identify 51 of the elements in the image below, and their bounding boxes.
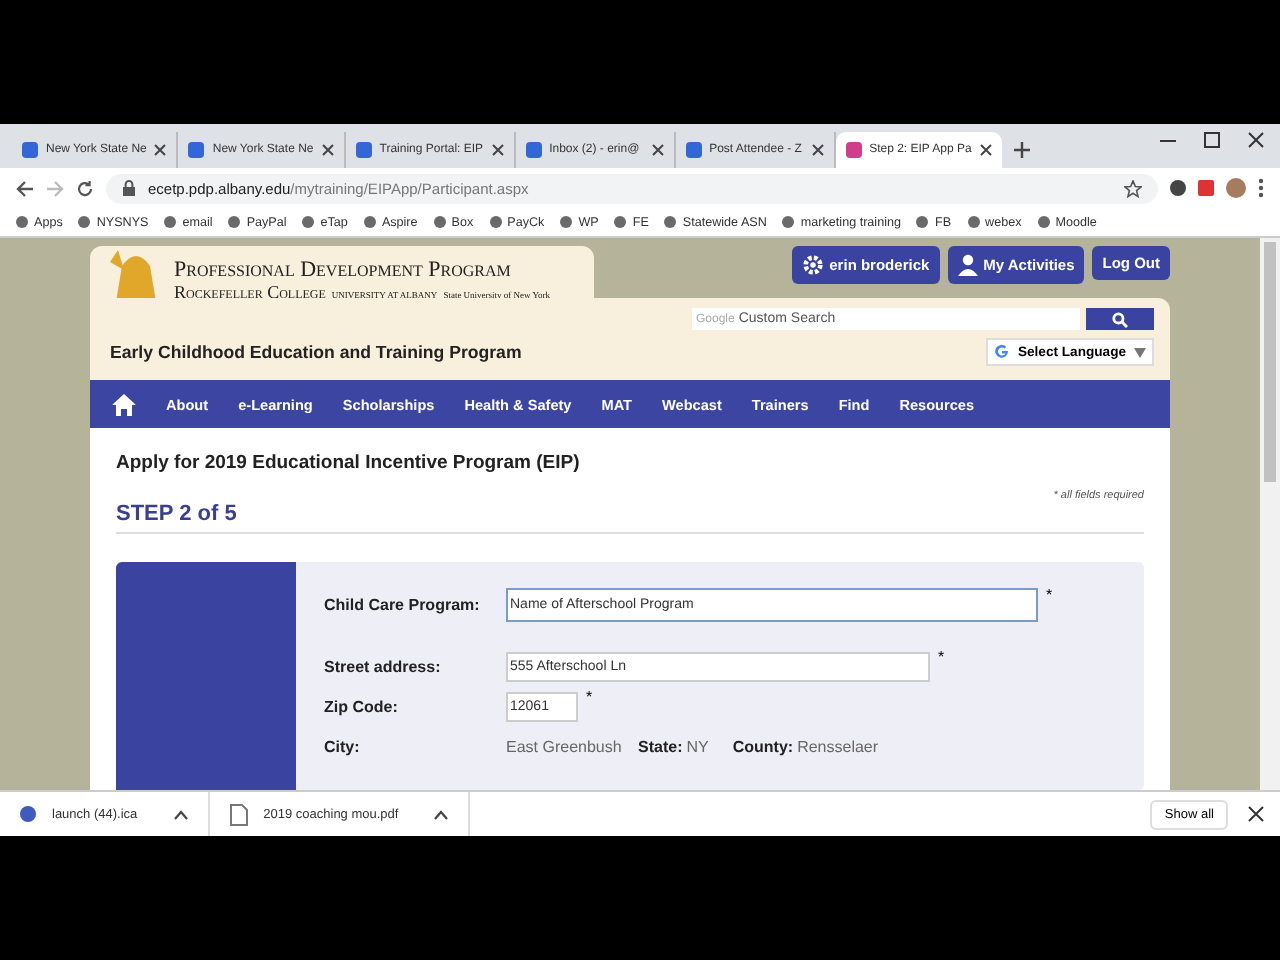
field-label: City: (324, 737, 362, 755)
city-value: East Greenbush (506, 737, 624, 755)
caret-icon[interactable] (173, 809, 188, 819)
site-favicon-icon (188, 142, 205, 158)
site-favicon-icon (525, 142, 542, 158)
site-favicon-icon (355, 142, 372, 158)
step-heading: STEP 2 of 5 (116, 502, 1144, 534)
field-label: State: (638, 737, 683, 755)
document-icon (229, 803, 248, 825)
person-icon (957, 254, 978, 276)
home-icon[interactable] (112, 393, 136, 415)
program-title: Early Childhood Education and Training Program (110, 342, 522, 362)
form-title: Apply for 2019 Educational Incentive Program (EIP) (116, 452, 582, 474)
profile-avatar[interactable] (1226, 178, 1246, 198)
menu-icon[interactable] (1258, 178, 1264, 198)
search-icon (1112, 311, 1128, 327)
logo-subtitle: Rockefeller College (174, 281, 326, 301)
gear-icon (801, 254, 824, 276)
close-icon[interactable] (154, 144, 167, 156)
required-mark: * (1046, 586, 1053, 604)
file-icon (20, 806, 36, 822)
plus-icon[interactable] (1013, 142, 1030, 158)
field-label: County: (732, 737, 794, 755)
search-button[interactable] (1086, 308, 1154, 330)
required-mark: * (586, 688, 593, 706)
field-label: Child Care Program: (324, 595, 482, 613)
scrollbar[interactable] (1260, 238, 1280, 790)
state-value: NY (686, 737, 709, 755)
required-mark: * (938, 648, 945, 666)
close-icon[interactable] (491, 144, 504, 156)
site-favicon-icon (22, 142, 38, 158)
county-value: Rensselaer (797, 737, 879, 755)
maximize-icon[interactable] (1204, 132, 1220, 148)
field-label: Street address: (324, 657, 443, 675)
site-favicon-icon (685, 142, 702, 158)
close-icon[interactable] (321, 144, 334, 156)
reload-icon[interactable] (76, 179, 94, 197)
lock-icon (122, 180, 136, 196)
dropdown-arrow-icon[interactable] (1134, 347, 1146, 357)
close-icon[interactable] (1248, 806, 1264, 822)
logo-title: Professional Development Program (174, 257, 513, 281)
back-arrow-icon[interactable] (16, 179, 34, 197)
caret-icon[interactable] (434, 809, 449, 819)
close-icon[interactable] (811, 144, 824, 156)
close-icon[interactable] (651, 144, 664, 156)
star-icon[interactable] (1124, 179, 1142, 197)
close-icon[interactable] (979, 144, 992, 156)
google-g-icon (993, 344, 1010, 360)
close-icon[interactable] (1248, 132, 1264, 148)
field-label: Zip Code: (324, 697, 400, 715)
site-favicon-icon (845, 142, 862, 158)
